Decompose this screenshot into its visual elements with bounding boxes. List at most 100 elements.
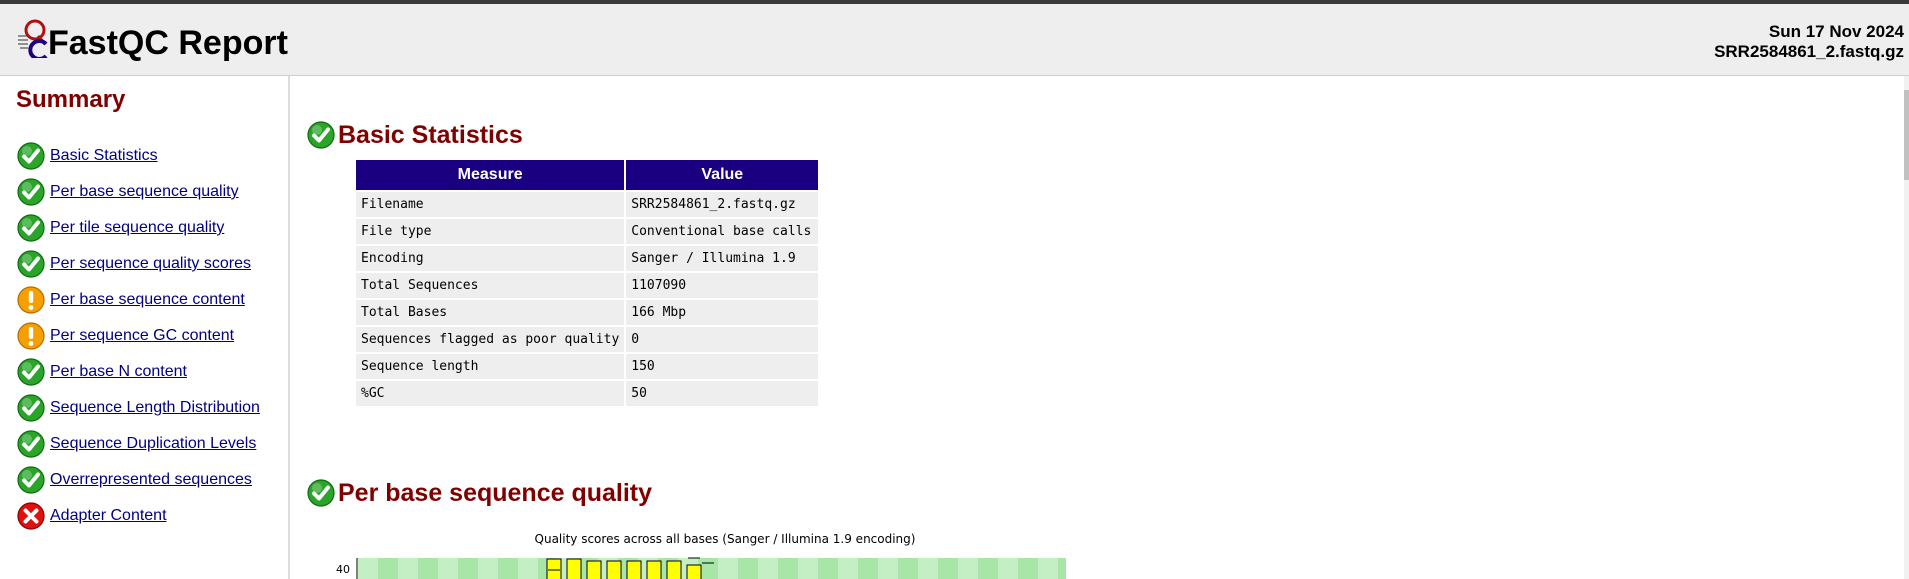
summary-item[interactable]: Per base sequence content — [16, 282, 260, 318]
quality-band — [498, 558, 518, 579]
quality-box — [546, 558, 562, 579]
table-row: Sequence length 150 — [356, 354, 819, 379]
quality-box — [646, 560, 662, 579]
quality-band — [398, 558, 418, 579]
summary-link-overrepresented-sequences[interactable]: Overrepresented sequences — [50, 471, 252, 489]
summary-link-sequence-duplication-levels[interactable]: Sequence Duplication Levels — [50, 435, 256, 453]
quality-band — [1038, 558, 1058, 579]
value-cell: Conventional base calls — [626, 219, 819, 244]
summary-link-per-sequence-quality-scores[interactable]: Per sequence quality scores — [50, 255, 251, 273]
pass-icon — [16, 213, 46, 243]
fail-icon — [16, 501, 46, 531]
column-header-measure: Measure — [356, 160, 625, 190]
summary-link-adapter-content[interactable]: Adapter Content — [50, 507, 167, 525]
summary-link-per-base-sequence-content[interactable]: Per base sequence content — [50, 291, 245, 309]
pass-icon — [16, 393, 46, 423]
warn-icon — [16, 285, 46, 315]
quality-band — [518, 558, 538, 579]
basic-statistics-table: Measure Value Filename SRR2584861_2.fastq… — [354, 158, 820, 408]
summary-sidebar: Summary Basic Statistics Per base sequen… — [0, 76, 290, 579]
table-row: Encoding Sanger / Illumina 1.9 — [356, 246, 819, 271]
summary-link-per-base-sequence-quality[interactable]: Per base sequence quality — [50, 183, 239, 201]
quality-band — [998, 558, 1018, 579]
measure-cell: Sequences flagged as poor quality — [356, 327, 625, 352]
quality-band — [378, 558, 398, 579]
value-cell: 150 — [626, 354, 819, 379]
summary-item[interactable]: Adapter Content — [16, 498, 260, 534]
summary-item[interactable]: Basic Statistics — [16, 138, 260, 174]
quality-box — [566, 558, 582, 579]
quality-boxplot-chart: Quality scores across all bases (Sanger … — [336, 532, 1066, 579]
pass-icon — [16, 465, 46, 495]
per-base-quality-section-header: Per base sequence quality — [306, 478, 652, 508]
measure-cell: Filename — [356, 192, 625, 217]
summary-item[interactable]: Per sequence quality scores — [16, 246, 260, 282]
quality-band — [958, 558, 978, 579]
summary-item[interactable]: Sequence Duplication Levels — [16, 426, 260, 462]
value-cell: Sanger / Illumina 1.9 — [626, 246, 819, 271]
chart-title: Quality scores across all bases (Sanger … — [535, 532, 916, 546]
y-tick-label: 40 — [336, 563, 350, 576]
page-title: FastQC Report — [48, 24, 288, 62]
measure-cell: %GC — [356, 381, 625, 406]
summary-link-basic-statistics[interactable]: Basic Statistics — [50, 147, 158, 165]
summary-link-sequence-length-distribution[interactable]: Sequence Length Distribution — [50, 399, 260, 417]
summary-heading: Summary — [16, 86, 126, 113]
basic-statistics-section-header: Basic Statistics — [306, 120, 523, 150]
table-row: File type Conventional base calls — [356, 219, 819, 244]
pass-icon — [306, 478, 336, 508]
scrollbar-thumb[interactable] — [1904, 90, 1909, 180]
summary-item[interactable]: Overrepresented sequences — [16, 462, 260, 498]
quality-band — [1058, 558, 1066, 579]
quality-band — [798, 558, 818, 579]
quality-band — [738, 558, 758, 579]
summary-item[interactable]: Sequence Length Distribution — [16, 390, 260, 426]
measure-cell: Total Bases — [356, 300, 625, 325]
quality-band — [878, 558, 898, 579]
quality-band — [358, 558, 378, 579]
quality-box — [626, 560, 642, 579]
summary-item[interactable]: Per tile sequence quality — [16, 210, 260, 246]
pass-icon — [16, 429, 46, 459]
quality-background-bands — [358, 558, 1066, 579]
summary-link-per-sequence-gc-content[interactable]: Per sequence GC content — [50, 327, 234, 345]
pass-icon — [16, 141, 46, 171]
table-row: Filename SRR2584861_2.fastq.gz — [356, 192, 819, 217]
value-cell: 50 — [626, 381, 819, 406]
section-title-basic-statistics: Basic Statistics — [338, 121, 523, 149]
quality-box — [686, 564, 702, 579]
quality-band — [458, 558, 478, 579]
report-filename: SRR2584861_2.fastq.gz — [1714, 42, 1904, 61]
pass-icon — [306, 120, 336, 150]
summary-item[interactable]: Per base sequence quality — [16, 174, 260, 210]
quality-band — [938, 558, 958, 579]
pass-icon — [16, 357, 46, 387]
quality-band — [418, 558, 438, 579]
section-title-per-base-sequence-quality: Per base sequence quality — [338, 479, 653, 507]
summary-item[interactable]: Per base N content — [16, 354, 260, 390]
measure-cell: Sequence length — [356, 354, 625, 379]
quality-band — [898, 558, 918, 579]
header-meta: Sun 17 Nov 2024 SRR2584861_2.fastq.gz — [1714, 22, 1904, 62]
value-cell: 1107090 — [626, 273, 819, 298]
pass-icon — [16, 249, 46, 279]
measure-cell: Total Sequences — [356, 273, 625, 298]
value-cell: 0 — [626, 327, 819, 352]
quality-box — [606, 560, 622, 579]
quality-box — [666, 560, 682, 579]
quality-band — [758, 558, 778, 579]
quality-band — [858, 558, 878, 579]
quality-band — [978, 558, 998, 579]
summary-item[interactable]: Per sequence GC content — [16, 318, 260, 354]
measure-cell: Encoding — [356, 246, 625, 271]
quality-band — [1018, 558, 1038, 579]
quality-band — [918, 558, 938, 579]
warn-icon — [16, 321, 46, 351]
summary-link-per-base-n-content[interactable]: Per base N content — [50, 363, 187, 381]
summary-link-per-tile-sequence-quality[interactable]: Per tile sequence quality — [50, 219, 224, 237]
measure-cell: File type — [356, 219, 625, 244]
fastqc-logo-icon — [18, 19, 48, 58]
quality-box — [586, 560, 602, 579]
value-cell: SRR2584861_2.fastq.gz — [626, 192, 819, 217]
value-cell: 166 Mbp — [626, 300, 819, 325]
